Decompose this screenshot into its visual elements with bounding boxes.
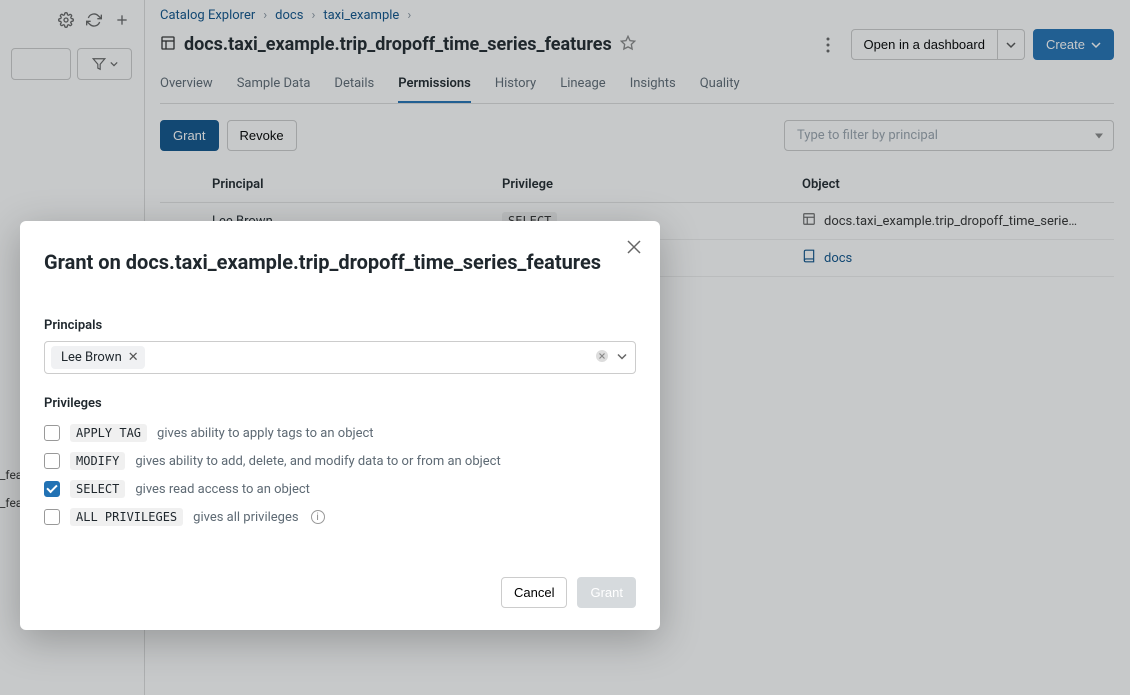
- checkbox[interactable]: [44, 481, 60, 497]
- chevron-down-icon[interactable]: [617, 350, 627, 365]
- privilege-name: ALL PRIVILEGES: [70, 508, 183, 526]
- privilege-row[interactable]: SELECT gives read access to an object: [44, 475, 636, 503]
- privileges-label: Privileges: [44, 396, 636, 411]
- chip-remove-icon[interactable]: ✕: [128, 350, 139, 365]
- cancel-button[interactable]: Cancel: [501, 577, 567, 608]
- clear-icon[interactable]: [595, 349, 609, 367]
- info-icon[interactable]: i: [311, 510, 325, 524]
- privilege-row[interactable]: MODIFY gives ability to add, delete, and …: [44, 447, 636, 475]
- principals-label: Principals: [44, 318, 636, 333]
- checkbox[interactable]: [44, 453, 60, 469]
- grant-modal: Grant on docs.taxi_example.trip_dropoff_…: [20, 221, 660, 630]
- privilege-row[interactable]: APPLY TAG gives ability to apply tags to …: [44, 419, 636, 447]
- principals-input[interactable]: Lee Brown ✕: [44, 341, 636, 374]
- privilege-desc: gives ability to apply tags to an object: [157, 426, 374, 441]
- privilege-desc: gives read access to an object: [135, 482, 310, 497]
- privilege-name: SELECT: [70, 480, 125, 498]
- privilege-desc: gives ability to add, delete, and modify…: [135, 454, 500, 469]
- close-icon[interactable]: [622, 235, 646, 259]
- modal-title: Grant on docs.taxi_example.trip_dropoff_…: [44, 249, 636, 276]
- checkbox[interactable]: [44, 509, 60, 525]
- privilege-name: APPLY TAG: [70, 424, 147, 442]
- privilege-row[interactable]: ALL PRIVILEGES gives all privileges i: [44, 503, 636, 531]
- modal-grant-button[interactable]: Grant: [577, 577, 636, 608]
- checkbox[interactable]: [44, 425, 60, 441]
- principal-chip: Lee Brown ✕: [51, 346, 145, 369]
- principal-chip-label: Lee Brown: [61, 350, 122, 365]
- privilege-desc: gives all privileges: [193, 510, 298, 525]
- privilege-name: MODIFY: [70, 452, 125, 470]
